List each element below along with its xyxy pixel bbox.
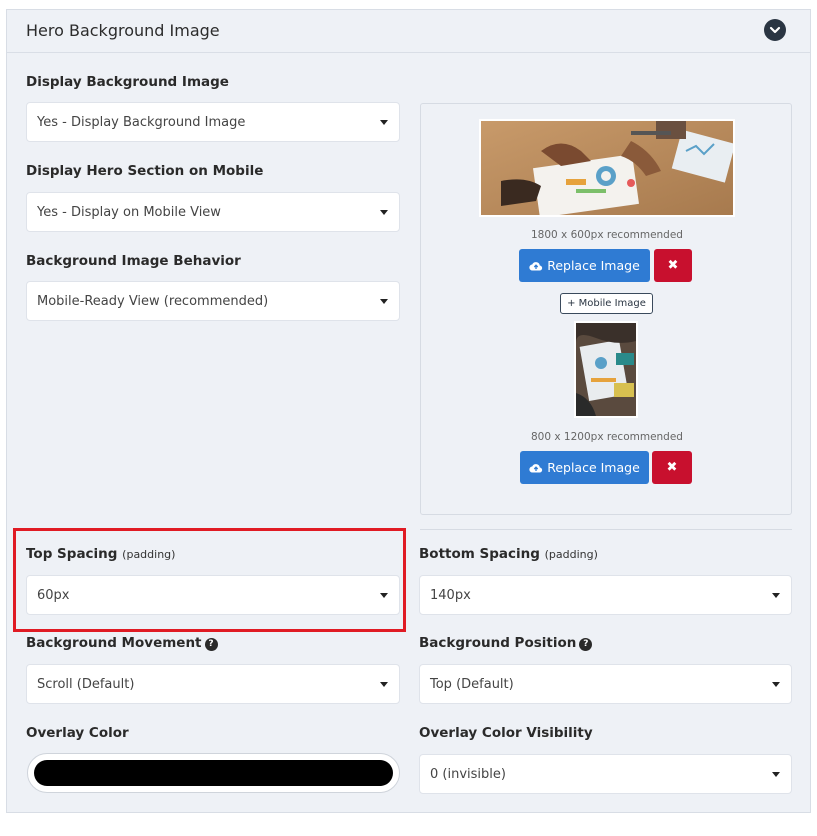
bottom-spacing-label-text: Bottom Spacing	[419, 546, 540, 562]
display-bg-select[interactable]: Yes - Display Background Image	[26, 102, 400, 142]
bottom-spacing-select[interactable]: 140px	[419, 575, 792, 615]
display-mobile-label: Display Hero Section on Mobile	[26, 163, 264, 179]
caret-down-icon	[772, 593, 780, 598]
section-divider	[420, 529, 792, 530]
close-icon: ✖	[666, 460, 678, 475]
bottom-spacing-value: 140px	[430, 587, 471, 603]
close-icon: ✖	[667, 258, 679, 273]
bg-position-label-text: Background Position	[419, 635, 577, 651]
bg-position-label: Background Position?	[419, 635, 593, 651]
caret-down-icon	[380, 682, 388, 687]
bg-position-value: Top (Default)	[430, 676, 514, 692]
bottom-spacing-label: Bottom Spacing (padding)	[419, 546, 598, 562]
mobile-recommended-text: 800 x 1200px recommended	[531, 431, 683, 443]
overlay-visibility-select[interactable]: 0 (invisible)	[419, 754, 792, 794]
overlay-visibility-label: Overlay Color Visibility	[419, 725, 593, 741]
overlay-color-swatch	[34, 760, 393, 786]
overlay-color-label: Overlay Color	[26, 725, 129, 741]
help-icon[interactable]: ?	[579, 638, 593, 651]
caret-down-icon	[380, 120, 388, 125]
mobile-image	[576, 323, 636, 416]
add-mobile-image-button[interactable]: + Mobile Image	[560, 293, 653, 314]
delete-mobile-image-button[interactable]: ✖	[652, 451, 692, 484]
display-mobile-select[interactable]: Yes - Display on Mobile View	[26, 192, 400, 232]
image-upload-box: 1800 x 600px recommended Replace Image ✖…	[420, 103, 792, 515]
delete-desktop-image-button[interactable]: ✖	[654, 249, 692, 282]
bg-position-select[interactable]: Top (Default)	[419, 664, 792, 704]
caret-down-icon	[380, 299, 388, 304]
replace-mobile-image-button[interactable]: Replace Image	[520, 451, 649, 484]
bg-movement-label: Background Movement?	[26, 635, 218, 651]
bg-behavior-value: Mobile-Ready View (recommended)	[37, 293, 269, 309]
replace-desktop-image-button[interactable]: Replace Image	[519, 249, 650, 282]
cloud-upload-icon	[529, 261, 543, 271]
panel-header: Hero Background Image	[7, 10, 810, 53]
caret-down-icon	[380, 210, 388, 215]
desktop-image	[481, 121, 733, 215]
chevron-down-icon	[769, 26, 781, 34]
desktop-image-thumbnail[interactable]	[479, 119, 735, 217]
cloud-upload-icon	[529, 463, 543, 473]
top-spacing-highlight-box	[13, 528, 406, 632]
bg-behavior-select[interactable]: Mobile-Ready View (recommended)	[26, 281, 400, 321]
bottom-spacing-sub: (padding)	[544, 548, 598, 561]
hero-background-panel: Hero Background Image Display Background…	[6, 9, 811, 813]
mobile-image-thumbnail[interactable]	[574, 321, 638, 418]
caret-down-icon	[772, 682, 780, 687]
overlay-color-picker[interactable]	[27, 753, 400, 793]
bg-movement-value: Scroll (Default)	[37, 676, 135, 692]
caret-down-icon	[772, 772, 780, 777]
bg-behavior-label: Background Image Behavior	[26, 253, 241, 269]
display-bg-value: Yes - Display Background Image	[37, 114, 246, 130]
bg-movement-label-text: Background Movement	[26, 635, 202, 651]
help-icon[interactable]: ?	[204, 638, 218, 651]
display-mobile-value: Yes - Display on Mobile View	[37, 204, 221, 220]
display-bg-label: Display Background Image	[26, 74, 229, 90]
replace-label: Replace Image	[547, 258, 640, 273]
desktop-recommended-text: 1800 x 600px recommended	[531, 229, 683, 241]
collapse-button[interactable]	[764, 19, 786, 41]
replace-label: Replace Image	[547, 460, 640, 475]
overlay-visibility-value: 0 (invisible)	[430, 766, 506, 782]
panel-title: Hero Background Image	[26, 21, 220, 40]
bg-movement-select[interactable]: Scroll (Default)	[26, 664, 400, 704]
